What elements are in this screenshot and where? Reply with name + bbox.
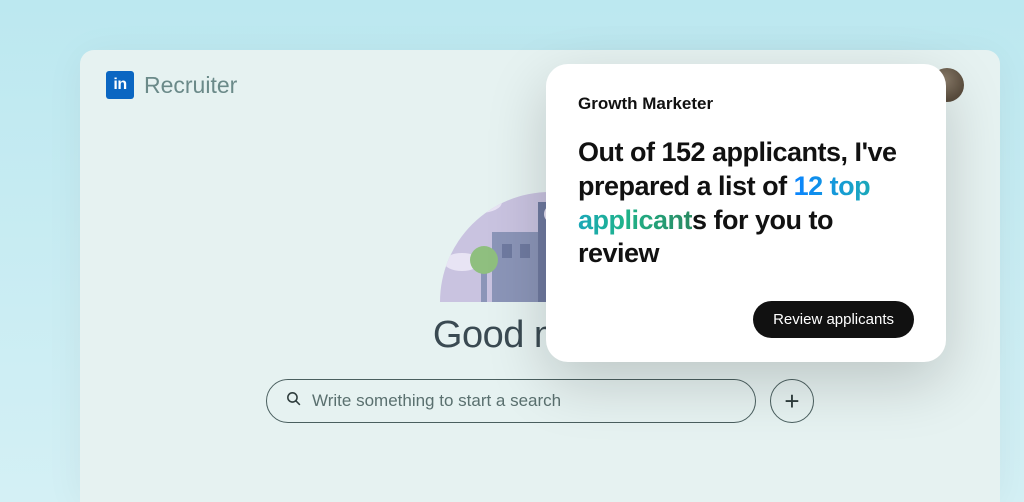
product-name: Recruiter: [144, 72, 237, 99]
search-placeholder: Write something to start a search: [312, 391, 561, 411]
add-button[interactable]: +: [770, 379, 814, 423]
plus-icon: +: [784, 386, 799, 417]
linkedin-logo-icon: in: [106, 71, 134, 99]
search-icon: [285, 390, 302, 412]
card-headline: Out of 152 applicants, I've prepared a l…: [578, 136, 914, 271]
applicants-card: Growth Marketer Out of 152 applicants, I…: [546, 64, 946, 362]
card-role-title: Growth Marketer: [578, 94, 914, 114]
search-row: Write something to start a search +: [266, 379, 814, 423]
card-actions: Review applicants: [578, 301, 914, 338]
brand: in Recruiter: [106, 71, 237, 99]
review-applicants-button[interactable]: Review applicants: [753, 301, 914, 338]
search-input[interactable]: Write something to start a search: [266, 379, 756, 423]
